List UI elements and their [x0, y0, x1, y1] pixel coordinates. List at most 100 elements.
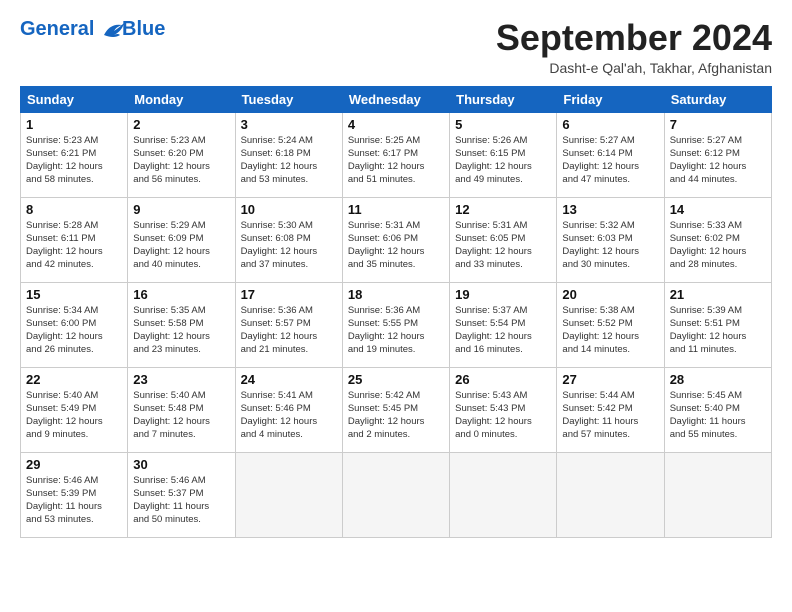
day-info: Sunrise: 5:31 AM Sunset: 6:06 PM Dayligh… [348, 219, 444, 272]
calendar-cell: 7 Sunrise: 5:27 AM Sunset: 6:12 PM Daylig… [664, 112, 771, 197]
day-number: 21 [670, 287, 766, 302]
day-info: Sunrise: 5:42 AM Sunset: 5:45 PM Dayligh… [348, 389, 444, 442]
calendar-cell: 29 Sunrise: 5:46 AM Sunset: 5:39 PM Dayli… [21, 452, 128, 537]
day-info: Sunrise: 5:26 AM Sunset: 6:15 PM Dayligh… [455, 134, 551, 187]
day-number: 28 [670, 372, 766, 387]
day-number: 5 [455, 117, 551, 132]
calendar-cell [664, 452, 771, 537]
col-sunday: Sunday [21, 86, 128, 112]
day-number: 13 [562, 202, 658, 217]
day-info: Sunrise: 5:27 AM Sunset: 6:12 PM Dayligh… [670, 134, 766, 187]
day-number: 29 [26, 457, 122, 472]
day-info: Sunrise: 5:23 AM Sunset: 6:21 PM Dayligh… [26, 134, 122, 187]
calendar-cell: 3 Sunrise: 5:24 AM Sunset: 6:18 PM Daylig… [235, 112, 342, 197]
day-number: 12 [455, 202, 551, 217]
day-number: 2 [133, 117, 229, 132]
calendar-cell: 18Sunrise: 5:36 AM Sunset: 5:55 PM Dayli… [342, 282, 449, 367]
day-info: Sunrise: 5:33 AM Sunset: 6:02 PM Dayligh… [670, 219, 766, 272]
day-info: Sunrise: 5:27 AM Sunset: 6:14 PM Dayligh… [562, 134, 658, 187]
calendar-week-row: 29 Sunrise: 5:46 AM Sunset: 5:39 PM Dayli… [21, 452, 772, 537]
day-info: Sunrise: 5:29 AM Sunset: 6:09 PM Dayligh… [133, 219, 229, 272]
day-info: Sunrise: 5:38 AM Sunset: 5:52 PM Dayligh… [562, 304, 658, 357]
calendar-cell: 14 Sunrise: 5:33 AM Sunset: 6:02 PM Dayli… [664, 197, 771, 282]
col-tuesday: Tuesday [235, 86, 342, 112]
calendar-cell: 9Sunrise: 5:29 AM Sunset: 6:09 PM Daylig… [128, 197, 235, 282]
day-number: 11 [348, 202, 444, 217]
col-monday: Monday [128, 86, 235, 112]
logo-general: General [20, 18, 94, 40]
logo-blue: Blue [122, 18, 165, 40]
month-title: September 2024 [496, 18, 772, 58]
calendar-week-row: 15 Sunrise: 5:34 AM Sunset: 6:00 PM Dayli… [21, 282, 772, 367]
day-number: 6 [562, 117, 658, 132]
col-friday: Friday [557, 86, 664, 112]
calendar-table: Sunday Monday Tuesday Wednesday Thursday… [20, 86, 772, 538]
calendar-cell: 1Sunrise: 5:23 AM Sunset: 6:21 PM Daylig… [21, 112, 128, 197]
header: General Blue September 2024 Dasht-e Qal'… [20, 18, 772, 76]
col-thursday: Thursday [450, 86, 557, 112]
day-number: 18 [348, 287, 444, 302]
calendar-cell: 22 Sunrise: 5:40 AM Sunset: 5:49 PM Dayli… [21, 367, 128, 452]
day-number: 22 [26, 372, 122, 387]
calendar-cell: 17 Sunrise: 5:36 AM Sunset: 5:57 PM Dayli… [235, 282, 342, 367]
day-info: Sunrise: 5:40 AM Sunset: 5:49 PM Dayligh… [26, 389, 122, 442]
day-number: 7 [670, 117, 766, 132]
calendar-cell: 10 Sunrise: 5:30 AM Sunset: 6:08 PM Dayli… [235, 197, 342, 282]
day-info: Sunrise: 5:30 AM Sunset: 6:08 PM Dayligh… [241, 219, 337, 272]
calendar-cell [235, 452, 342, 537]
day-info: Sunrise: 5:36 AM Sunset: 5:57 PM Dayligh… [241, 304, 337, 357]
calendar-cell: 15 Sunrise: 5:34 AM Sunset: 6:00 PM Dayli… [21, 282, 128, 367]
calendar-cell: 20 Sunrise: 5:38 AM Sunset: 5:52 PM Dayli… [557, 282, 664, 367]
day-number: 4 [348, 117, 444, 132]
calendar-cell: 19Sunrise: 5:37 AM Sunset: 5:54 PM Dayli… [450, 282, 557, 367]
calendar-cell: 4 Sunrise: 5:25 AM Sunset: 6:17 PM Daylig… [342, 112, 449, 197]
day-info: Sunrise: 5:24 AM Sunset: 6:18 PM Dayligh… [241, 134, 337, 187]
calendar-cell: 13 Sunrise: 5:32 AM Sunset: 6:03 PM Dayli… [557, 197, 664, 282]
calendar-cell: 25 Sunrise: 5:42 AM Sunset: 5:45 PM Dayli… [342, 367, 449, 452]
day-number: 24 [241, 372, 337, 387]
day-number: 30 [133, 457, 229, 472]
calendar-cell: 27Sunrise: 5:44 AM Sunset: 5:42 PM Dayli… [557, 367, 664, 452]
day-info: Sunrise: 5:25 AM Sunset: 6:17 PM Dayligh… [348, 134, 444, 187]
day-info: Sunrise: 5:41 AM Sunset: 5:46 PM Dayligh… [241, 389, 337, 442]
day-number: 8 [26, 202, 122, 217]
calendar-cell: 30 Sunrise: 5:46 AM Sunset: 5:37 PM Dayli… [128, 452, 235, 537]
day-number: 15 [26, 287, 122, 302]
calendar-cell: 11 Sunrise: 5:31 AM Sunset: 6:06 PM Dayli… [342, 197, 449, 282]
calendar-week-row: 8 Sunrise: 5:28 AM Sunset: 6:11 PM Daylig… [21, 197, 772, 282]
day-info: Sunrise: 5:34 AM Sunset: 6:00 PM Dayligh… [26, 304, 122, 357]
day-info: Sunrise: 5:23 AM Sunset: 6:20 PM Dayligh… [133, 134, 229, 187]
calendar-cell: 12 Sunrise: 5:31 AM Sunset: 6:05 PM Dayli… [450, 197, 557, 282]
calendar-cell: 16Sunrise: 5:35 AM Sunset: 5:58 PM Dayli… [128, 282, 235, 367]
title-block: September 2024 Dasht-e Qal'ah, Takhar, A… [496, 18, 772, 76]
day-info: Sunrise: 5:46 AM Sunset: 5:37 PM Dayligh… [133, 474, 229, 527]
day-info: Sunrise: 5:32 AM Sunset: 6:03 PM Dayligh… [562, 219, 658, 272]
calendar-cell [450, 452, 557, 537]
page: General Blue September 2024 Dasht-e Qal'… [0, 0, 792, 548]
day-number: 17 [241, 287, 337, 302]
day-info: Sunrise: 5:35 AM Sunset: 5:58 PM Dayligh… [133, 304, 229, 357]
col-saturday: Saturday [664, 86, 771, 112]
day-info: Sunrise: 5:40 AM Sunset: 5:48 PM Dayligh… [133, 389, 229, 442]
day-number: 10 [241, 202, 337, 217]
day-number: 20 [562, 287, 658, 302]
day-info: Sunrise: 5:43 AM Sunset: 5:43 PM Dayligh… [455, 389, 551, 442]
day-info: Sunrise: 5:31 AM Sunset: 6:05 PM Dayligh… [455, 219, 551, 272]
calendar-cell: 5 Sunrise: 5:26 AM Sunset: 6:15 PM Daylig… [450, 112, 557, 197]
day-number: 3 [241, 117, 337, 132]
day-number: 23 [133, 372, 229, 387]
calendar-cell: 28 Sunrise: 5:45 AM Sunset: 5:40 PM Dayli… [664, 367, 771, 452]
day-info: Sunrise: 5:37 AM Sunset: 5:54 PM Dayligh… [455, 304, 551, 357]
logo-bird-icon [102, 21, 124, 39]
day-info: Sunrise: 5:46 AM Sunset: 5:39 PM Dayligh… [26, 474, 122, 527]
day-number: 14 [670, 202, 766, 217]
day-number: 26 [455, 372, 551, 387]
col-wednesday: Wednesday [342, 86, 449, 112]
day-info: Sunrise: 5:28 AM Sunset: 6:11 PM Dayligh… [26, 219, 122, 272]
calendar-cell: 24 Sunrise: 5:41 AM Sunset: 5:46 PM Dayli… [235, 367, 342, 452]
calendar-cell: 6 Sunrise: 5:27 AM Sunset: 6:14 PM Daylig… [557, 112, 664, 197]
calendar-cell: 26 Sunrise: 5:43 AM Sunset: 5:43 PM Dayli… [450, 367, 557, 452]
calendar-cell [342, 452, 449, 537]
day-info: Sunrise: 5:45 AM Sunset: 5:40 PM Dayligh… [670, 389, 766, 442]
day-number: 25 [348, 372, 444, 387]
